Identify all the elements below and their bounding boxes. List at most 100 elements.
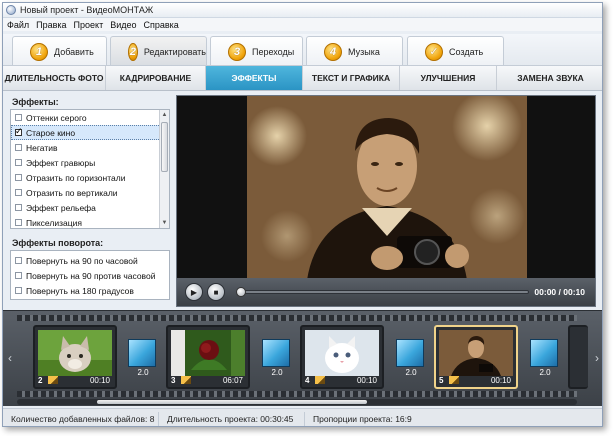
- clip-number: 5: [439, 375, 444, 385]
- step-label: Переходы: [252, 46, 295, 57]
- tab-enhancements[interactable]: УЛУЧШЕНИЯ: [400, 66, 497, 90]
- timeline-scroll-thumb[interactable]: [97, 400, 367, 404]
- rotate-90-ccw[interactable]: Повернуть на 90 против часовой: [11, 268, 169, 283]
- effect-engraving[interactable]: Эффект гравюры: [11, 155, 169, 170]
- seek-knob[interactable]: [236, 287, 246, 297]
- play-button[interactable]: ▶: [185, 283, 203, 301]
- seek-slider[interactable]: [236, 287, 529, 297]
- clip-number: 2: [38, 375, 43, 385]
- timeline-clip-selected[interactable]: 5 00:10: [434, 325, 518, 389]
- effects-scrollbar[interactable]: ▲ ▼: [159, 110, 169, 228]
- effect-negative[interactable]: Негатив: [11, 140, 169, 155]
- scroll-down-icon[interactable]: ▼: [160, 218, 169, 228]
- menu-file[interactable]: Файл: [7, 20, 29, 30]
- clip-number: 4: [305, 375, 310, 385]
- effect-grayscale[interactable]: Оттенки серого: [11, 110, 169, 125]
- scroll-up-icon[interactable]: ▲: [160, 110, 169, 120]
- rotate-90-cw[interactable]: Повернуть на 90 по часовой: [11, 253, 169, 268]
- clip-duration: 00:10: [356, 375, 377, 385]
- scroll-thumb[interactable]: [161, 122, 168, 172]
- effect-pixelate[interactable]: Пикселизация: [11, 215, 169, 228]
- clip-thumbnail: [305, 330, 379, 376]
- timeline-clip[interactable]: 4 00:10: [300, 325, 384, 389]
- chevron-left-icon[interactable]: ‹: [5, 351, 15, 365]
- clip-footer: 4 00:10: [305, 375, 379, 385]
- stop-icon: ■: [213, 287, 219, 297]
- transition-item[interactable]: 2.0: [262, 339, 292, 379]
- effect-flip-vertical[interactable]: Отразить по вертикали: [11, 185, 169, 200]
- effect-emboss[interactable]: Эффект рельефа: [11, 200, 169, 215]
- step-add[interactable]: 1 Добавить: [12, 36, 107, 66]
- checkbox[interactable]: [15, 219, 22, 226]
- effect-old-film[interactable]: Старое кино: [11, 125, 169, 140]
- step-number-badge: 1: [30, 42, 48, 61]
- tab-photo-duration[interactable]: ДЛИТЕЛЬНОСТЬ ФОТО: [3, 66, 106, 90]
- workflow-steps: 1 Добавить 2 Редактировать 3 Переходы 4 …: [3, 34, 602, 66]
- transition-duration: 2.0: [539, 368, 551, 377]
- transition-icon: [530, 339, 558, 367]
- step-transitions[interactable]: 3 Переходы: [210, 36, 303, 66]
- clip-footer: 3 06:07: [171, 375, 245, 385]
- step-create[interactable]: ✓ Создать: [407, 36, 504, 66]
- tab-crop[interactable]: КАДРИРОВАНИЕ: [106, 66, 206, 90]
- checkbox[interactable]: [15, 287, 22, 294]
- transition-icon: [396, 339, 424, 367]
- checkbox[interactable]: [15, 272, 22, 279]
- status-project-duration: Длительность проекта: 00:30:45: [159, 411, 305, 426]
- storyboard-timeline: ‹ › 2 00:10 2.0 3 06:07 2.0 4 00:10 2.0 …: [3, 310, 602, 406]
- rotation-list: Повернуть на 90 по часовой Повернуть на …: [10, 250, 170, 300]
- rotate-180[interactable]: Повернуть на 180 градусов: [11, 283, 169, 298]
- checkbox[interactable]: [15, 257, 22, 264]
- checkbox[interactable]: [15, 204, 22, 211]
- transition-icon: [262, 339, 290, 367]
- window-title: Новый проект - ВидеоМОНТАЖ: [20, 5, 154, 15]
- checkbox[interactable]: [15, 159, 22, 166]
- stop-button[interactable]: ■: [207, 283, 225, 301]
- clip-number: 3: [171, 375, 176, 385]
- pencil-icon[interactable]: [48, 376, 58, 384]
- timeline-clip[interactable]: 2 00:10: [33, 325, 117, 389]
- transition-item[interactable]: 2.0: [396, 339, 426, 379]
- flower-image: [171, 330, 245, 376]
- transition-item[interactable]: 2.0: [128, 339, 158, 379]
- timeline-clip-partial[interactable]: [568, 325, 588, 389]
- tab-replace-sound[interactable]: ЗАМЕНА ЗВУКА: [497, 66, 602, 90]
- tab-effects[interactable]: ЭФФЕКТЫ: [206, 66, 303, 90]
- effect-flip-horizontal[interactable]: Отразить по горизонтали: [11, 170, 169, 185]
- video-player: ▶ ■ 00:00 / 00:10: [176, 95, 596, 307]
- timeline-clip[interactable]: 3 06:07: [166, 325, 250, 389]
- checkbox[interactable]: [15, 114, 22, 121]
- status-bar: Количество добавленных файлов: 8 Длитель…: [3, 408, 602, 426]
- pencil-icon[interactable]: [181, 376, 191, 384]
- step-number-badge: 2: [128, 42, 138, 61]
- film-perforation: [17, 315, 577, 321]
- time-readout: 00:00 / 00:10: [534, 287, 585, 297]
- transition-item[interactable]: 2.0: [530, 339, 560, 379]
- step-label: Добавить: [54, 46, 94, 57]
- menu-edit[interactable]: Правка: [36, 20, 66, 30]
- menu-video[interactable]: Видео: [110, 20, 136, 30]
- step-edit[interactable]: 2 Редактировать: [110, 36, 207, 66]
- edit-subtabs: ДЛИТЕЛЬНОСТЬ ФОТО КАДРИРОВАНИЕ ЭФФЕКТЫ Т…: [3, 65, 602, 91]
- pencil-icon[interactable]: [449, 376, 459, 384]
- tab-text-graphics[interactable]: ТЕКСТ И ГРАФИКА: [303, 66, 400, 90]
- menu-help[interactable]: Справка: [144, 20, 179, 30]
- timeline-scrollbar[interactable]: [17, 399, 577, 405]
- checkbox-checked[interactable]: [15, 126, 23, 137]
- chevron-right-icon[interactable]: ›: [592, 351, 602, 365]
- clip-thumbnail: [171, 330, 245, 376]
- kitten-image: [305, 330, 379, 376]
- pencil-icon[interactable]: [315, 376, 325, 384]
- photographer-image: [247, 96, 527, 280]
- clip-thumbnail: [439, 330, 513, 376]
- step-music[interactable]: 4 Музыка: [306, 36, 403, 66]
- effects-title: Эффекты:: [12, 97, 59, 107]
- step-label: Музыка: [348, 46, 380, 57]
- clip-duration: 06:07: [222, 375, 243, 385]
- transition-duration: 2.0: [137, 368, 149, 377]
- checkbox[interactable]: [15, 144, 22, 151]
- clip-duration: 00:10: [89, 375, 110, 385]
- checkbox[interactable]: [15, 189, 22, 196]
- checkbox[interactable]: [15, 174, 22, 181]
- menu-project[interactable]: Проект: [74, 20, 104, 30]
